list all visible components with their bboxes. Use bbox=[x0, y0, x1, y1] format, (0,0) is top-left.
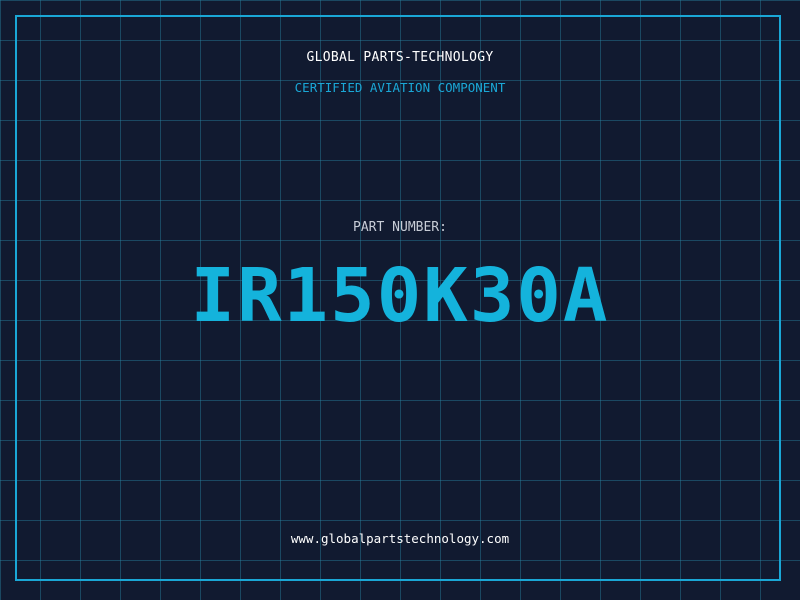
certification-subtitle: CERTIFIED AVIATION COMPONENT bbox=[294, 80, 506, 95]
company-name: GLOBAL PARTS-TECHNOLOGY bbox=[306, 50, 494, 65]
part-number-label: PART NUMBER: bbox=[353, 220, 447, 235]
website-url[interactable]: www.globalpartstechnology.com bbox=[0, 531, 800, 546]
certificate-canvas: GLOBAL PARTS-TECHNOLOGY CERTIFIED AVIATI… bbox=[0, 0, 800, 600]
part-number-value: IR150K30A bbox=[190, 253, 610, 339]
